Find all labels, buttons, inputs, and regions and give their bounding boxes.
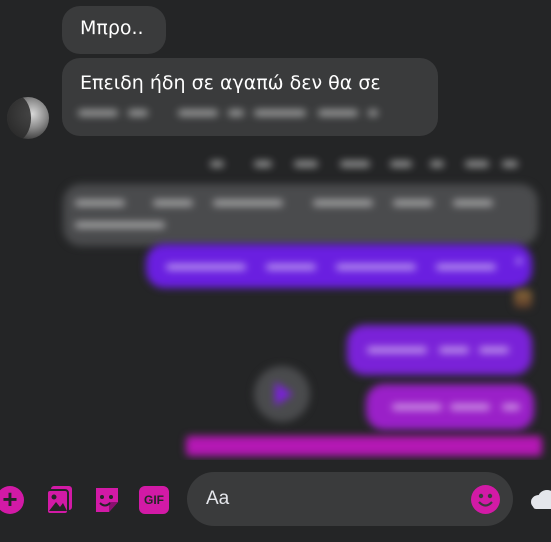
timestamp (210, 158, 520, 170)
avatar-hair (7, 97, 31, 139)
composer-bar: + GIF Aa (0, 460, 551, 542)
image-icon[interactable] (46, 485, 74, 515)
message-text: Μπρο.. (80, 17, 144, 39)
blurred-text (78, 106, 378, 120)
emoji-icon[interactable] (471, 485, 500, 514)
message-bubble-outgoing-blurred[interactable] (146, 244, 532, 288)
play-triangle (275, 382, 293, 406)
plus-glyph: + (2, 484, 18, 514)
message-bubble-outgoing-blurred[interactable] (347, 325, 532, 375)
seen-avatar (514, 290, 532, 308)
message-bubble-incoming-blurred[interactable] (63, 184, 538, 246)
message-bubble-outgoing-blurred[interactable] (366, 384, 534, 430)
message-text: Επειδη ήδη σε αγαπώ δεν θα σε (80, 72, 381, 94)
gif-icon[interactable]: GIF (139, 486, 169, 514)
message-input-placeholder: Aa (206, 488, 230, 509)
gif-label: GIF (144, 493, 164, 507)
message-bubble-outgoing-blurred[interactable] (186, 436, 542, 456)
plus-icon[interactable]: + (0, 484, 24, 514)
message-bubble-incoming[interactable]: Μπρο.. (62, 6, 166, 54)
sticker-icon[interactable] (92, 485, 122, 515)
message-bubble-incoming[interactable]: Επειδη ήδη σε αγαπώ δεν θα σε (62, 58, 438, 136)
play-icon[interactable] (254, 366, 310, 422)
avatar[interactable] (7, 97, 49, 139)
cloud-icon[interactable] (529, 488, 551, 512)
message-input[interactable]: Aa (187, 472, 513, 526)
